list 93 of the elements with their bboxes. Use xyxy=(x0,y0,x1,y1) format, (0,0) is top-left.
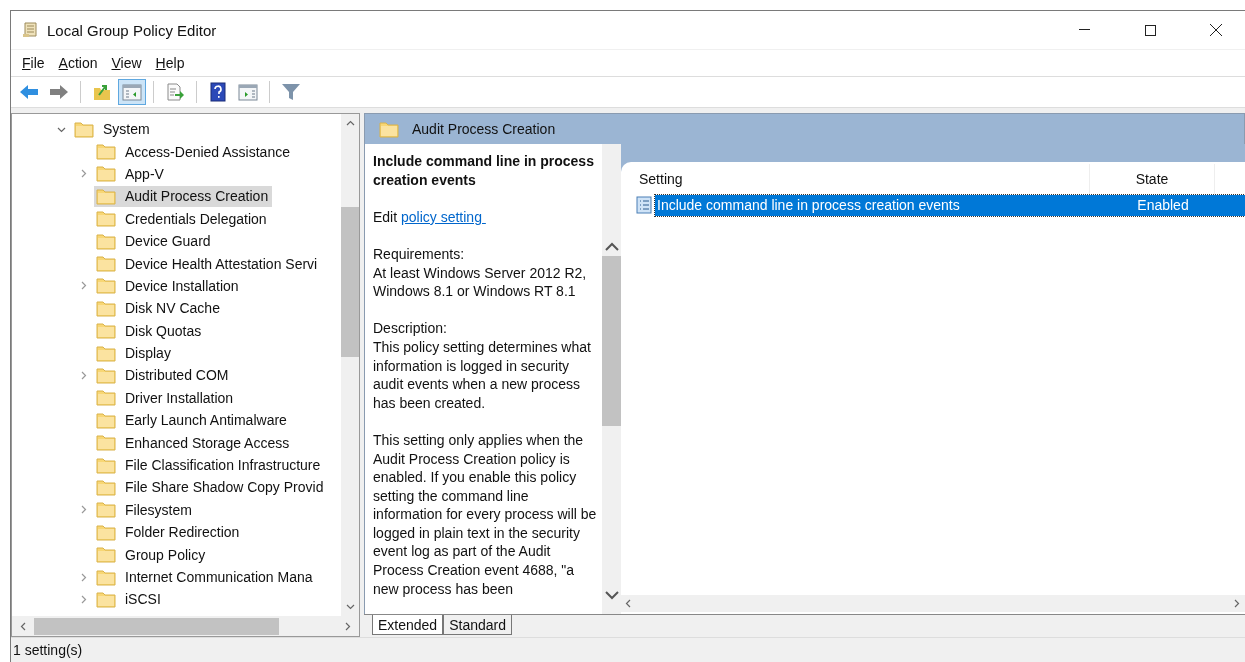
tab[interactable]: Extended xyxy=(372,615,444,635)
tree-item[interactable]: Distributed COM xyxy=(94,365,233,386)
folder-icon xyxy=(96,210,116,228)
tree-pane-icon xyxy=(122,83,142,101)
tree-item[interactable]: Filesystem xyxy=(94,499,196,521)
folder-icon xyxy=(96,590,116,608)
tree-item[interactable]: Folder Redirection xyxy=(94,521,244,543)
tree-item[interactable]: Display xyxy=(94,342,175,364)
folder-icon xyxy=(96,478,116,496)
folder-icon xyxy=(96,232,116,250)
requirements-text: At least Windows Server 2012 R2, Windows 8.1 or Windows RT 8.1 xyxy=(373,263,588,301)
description-paragraph: This setting only applies when the Audit Process Creation policy is enabled. If you enable this policy setting the command line information for every process will be logged in plain text in the security event log as part of the Audit Process Creation event 4688, "a new process has been xyxy=(373,430,597,599)
scroll-up-icon xyxy=(604,242,619,251)
scroll-thumb[interactable] xyxy=(341,207,359,357)
help-icon xyxy=(210,82,226,102)
menu-item[interactable]: File xyxy=(15,53,52,73)
pane-title: Audit Process Creation xyxy=(412,121,556,137)
folder-icon xyxy=(96,546,116,564)
close-icon xyxy=(1210,24,1222,36)
tree-item[interactable]: iSCSI xyxy=(94,588,165,610)
edit-label: Edit xyxy=(373,208,398,225)
forward-arrow-icon xyxy=(49,84,69,100)
folder-icon xyxy=(96,165,116,183)
folder-icon xyxy=(96,344,116,362)
horizontal-scrollbar[interactable] xyxy=(621,595,1245,612)
tree-item[interactable]: Access-Denied Assistance xyxy=(94,141,294,163)
tree-item[interactable]: Disk Quotas xyxy=(94,320,206,342)
folder-icon xyxy=(96,456,116,474)
folder-icon xyxy=(96,299,116,317)
folder-icon xyxy=(74,120,94,138)
tree-item[interactable]: Audit Process Creation xyxy=(94,185,273,207)
folder-icon xyxy=(96,277,116,295)
minimize-icon xyxy=(1078,29,1090,31)
menu-item[interactable]: View xyxy=(104,53,149,73)
horizontal-scrollbar[interactable] xyxy=(12,616,359,636)
tree-item[interactable]: Credentials Delegation xyxy=(94,208,271,230)
folder-up-icon xyxy=(93,83,111,101)
export-list-icon xyxy=(166,83,184,101)
folder-icon xyxy=(96,434,116,452)
tree-item[interactable]: Device Installation xyxy=(94,275,243,297)
vertical-scrollbar[interactable] xyxy=(341,114,359,616)
menu-item[interactable]: Help xyxy=(148,53,192,73)
setting-row[interactable]: Include command line in process creation events Enabled xyxy=(655,194,1245,216)
tree-item[interactable]: File Share Shadow Copy Provid xyxy=(94,476,328,498)
scroll-thumb[interactable] xyxy=(602,256,621,426)
tree-item[interactable]: Internet Communication Mana xyxy=(94,566,317,588)
folder-icon xyxy=(96,367,116,384)
scroll-right-icon xyxy=(1234,599,1240,608)
tab[interactable]: Standard xyxy=(443,615,512,635)
policy-icon xyxy=(636,196,652,214)
scroll-down-icon xyxy=(345,604,355,610)
folder-icon xyxy=(96,523,116,541)
folder-icon xyxy=(96,322,116,340)
scroll-right-icon xyxy=(345,621,351,631)
policy-title: Include command line in process creation events xyxy=(373,152,595,190)
tree-item[interactable]: Device Health Attestation Servi xyxy=(94,253,322,275)
back-arrow-icon xyxy=(19,84,39,100)
policy-setting-link[interactable]: policy setting xyxy=(401,208,486,225)
tree-item[interactable]: Driver Installation xyxy=(94,387,238,409)
scroll-down-icon xyxy=(604,591,619,600)
requirements-label: Requirements: xyxy=(373,244,466,264)
tree-item[interactable]: Device Guard xyxy=(94,230,215,252)
menu-item[interactable]: Action xyxy=(51,53,105,73)
folder-icon xyxy=(379,120,399,138)
description-paragraph: This policy setting determines what information is logged in security audit events when a new process has been created. xyxy=(373,337,592,413)
scroll-thumb[interactable] xyxy=(34,617,279,635)
folder-icon xyxy=(96,255,116,273)
folder-icon xyxy=(96,143,116,161)
tree-item[interactable]: Group Policy xyxy=(94,544,210,566)
tree-item[interactable]: File Classification Infrastructure xyxy=(94,454,325,476)
status-text: 1 setting(s) xyxy=(11,637,1245,662)
folder-icon xyxy=(96,568,116,586)
window-title: Local Group Policy Editor xyxy=(47,21,217,39)
maximize-icon xyxy=(1144,24,1156,36)
scroll-left-icon xyxy=(20,621,26,631)
tree-item[interactable]: App-V xyxy=(94,163,168,185)
table-cell-text: Include command line in process creation events xyxy=(656,197,961,213)
folder-icon xyxy=(96,187,116,205)
folder-icon xyxy=(96,501,116,519)
tree-item[interactable]: Enhanced Storage Access xyxy=(94,432,294,454)
tree-item[interactable]: Early Launch Antimalware xyxy=(94,409,291,431)
tree-item[interactable]: Disk NV Cache xyxy=(94,297,224,319)
filter-icon xyxy=(281,82,301,102)
folder-icon xyxy=(96,411,116,429)
scroll-up-icon xyxy=(345,120,355,126)
tree-item[interactable]: System xyxy=(72,118,154,140)
vertical-scrollbar[interactable] xyxy=(602,144,621,614)
table-cell-text: Enabled xyxy=(1136,197,1190,213)
folder-icon xyxy=(96,389,116,407)
scroll-icon xyxy=(21,21,39,39)
description-label: Description: xyxy=(373,319,448,338)
scroll-left-icon xyxy=(625,599,631,608)
action-pane-icon xyxy=(238,83,258,101)
